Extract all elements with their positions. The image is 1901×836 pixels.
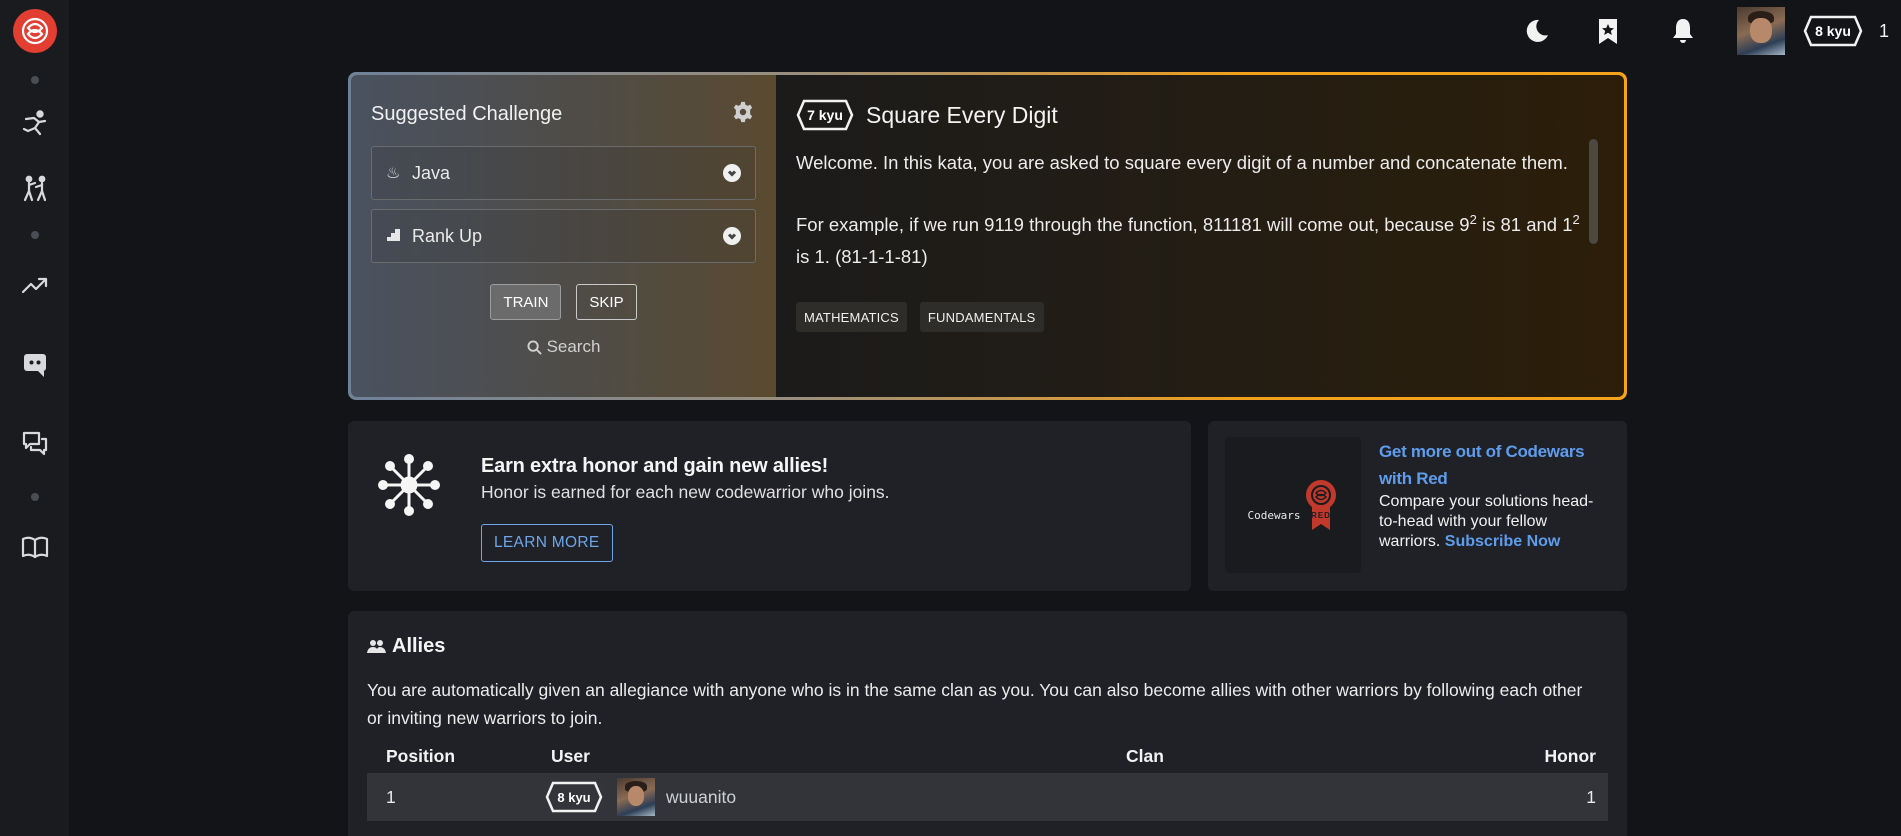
column-clan[interactable]: Clan <box>1124 746 1488 767</box>
strategy-select[interactable]: Rank Up <box>371 209 756 263</box>
sparring-icon <box>23 175 46 202</box>
allies-description: You are automatically given an allegianc… <box>367 680 1583 728</box>
java-icon: ♨ <box>386 165 401 182</box>
table-row[interactable]: 1 8 kyu wuuanito 1 <box>367 773 1608 821</box>
notifications-button[interactable] <box>1666 14 1700 48</box>
kata-preview: 7 kyu Square Every Digit Welcome. In thi… <box>776 75 1624 397</box>
search-icon <box>527 339 542 355</box>
row-honor: 1 <box>1586 786 1596 807</box>
allies-section: Allies You are automatically given an al… <box>348 611 1627 836</box>
user-honor: 1 <box>1878 20 1889 41</box>
challenge-title: Suggested Challenge <box>371 103 563 125</box>
kata-description-p1: Welcome. In this kata, you are asked to … <box>796 152 1568 173</box>
kata-description: Welcome. In this kata, you are asked to … <box>796 147 1596 273</box>
codewars-red-image[interactable]: Codewars RED <box>1225 437 1361 573</box>
table-header: Position User Clan Honor <box>367 739 1608 773</box>
challenge-settings-button[interactable] <box>732 101 754 123</box>
gear-icon <box>733 101 753 123</box>
top-bar: 8 kyu 1 <box>1520 0 1901 62</box>
user-rank-badge: 8 kyu <box>1803 15 1863 47</box>
ally-username-link[interactable]: wuuanito <box>666 787 736 808</box>
sidebar-item-leaderboard[interactable] <box>18 268 52 302</box>
codewars-logo-icon <box>21 17 48 45</box>
sidebar-item-discussions[interactable] <box>18 426 52 460</box>
kata-title-link[interactable]: Square Every Digit <box>866 102 1058 129</box>
allies-table: Position User Clan Honor 1 8 kyu wuuanit… <box>367 739 1608 821</box>
referral-card: Earn extra honor and gain new allies! Ho… <box>348 421 1191 591</box>
discord-icon <box>23 354 46 377</box>
codewars-logo[interactable] <box>12 9 57 53</box>
bell-icon <box>1672 19 1693 43</box>
sidebar-divider-dot <box>30 231 39 239</box>
sidebar-divider-dot <box>30 76 39 84</box>
sidebar-item-docs[interactable] <box>18 530 52 564</box>
red-title-link[interactable]: Get more out of Codewars with Red <box>1379 438 1604 492</box>
search-label: Search <box>546 337 601 356</box>
kata-rank-badge: 7 kyu <box>796 99 854 131</box>
referral-subtitle: Honor is earned for each new codewarrior… <box>481 482 890 502</box>
kata-practice-icon <box>22 110 46 136</box>
svg-text:RED: RED <box>1312 511 1332 520</box>
column-position[interactable]: Position <box>367 746 551 767</box>
sidebar <box>0 0 69 836</box>
bookmark-star-icon <box>1598 19 1617 44</box>
description-scrollbar[interactable] <box>1589 139 1598 244</box>
sidebar-divider-dot <box>30 493 39 501</box>
sidebar-item-discord[interactable] <box>18 347 52 381</box>
user-rank-text: 8 kyu <box>1815 23 1851 39</box>
strategy-value: Rank Up <box>412 225 483 246</box>
column-user[interactable]: User <box>551 746 1124 767</box>
kata-rank-text: 7 kyu <box>807 107 843 123</box>
skip-button[interactable]: SKIP <box>576 284 637 320</box>
language-value: Java <box>412 162 451 183</box>
bookmarks-button[interactable] <box>1591 14 1625 48</box>
kata-tag[interactable]: FUNDAMENTALS <box>919 302 1044 333</box>
allies-heading: Allies <box>367 635 1608 658</box>
ally-rank-text: 8 kyu <box>557 789 591 805</box>
theme-toggle-button[interactable] <box>1520 14 1554 48</box>
language-select[interactable]: ♨ Java <box>371 146 756 200</box>
leaderboard-icon <box>21 277 47 294</box>
ally-avatar[interactable] <box>617 778 655 816</box>
search-link[interactable]: Search <box>371 337 756 357</box>
column-honor[interactable]: Honor <box>1488 746 1608 767</box>
stairs-icon <box>386 226 406 247</box>
moon-icon <box>1526 19 1548 42</box>
train-button[interactable]: TRAIN <box>490 284 562 320</box>
docs-icon <box>21 536 48 559</box>
chevron-down-icon <box>723 227 741 245</box>
row-position: 1 <box>386 786 396 807</box>
kata-tags: MATHEMATICS FUNDAMENTALS <box>796 302 1602 333</box>
chevron-down-icon <box>723 164 741 182</box>
sidebar-item-sparring[interactable] <box>18 172 52 206</box>
ally-rank-badge: 8 kyu <box>545 781 603 813</box>
users-icon <box>367 640 386 653</box>
kata-description-p2: For example, if we run 9119 through the … <box>796 212 1580 268</box>
discussion-icon <box>22 431 47 456</box>
red-brand-text: Codewars <box>1247 508 1301 522</box>
codewars-red-card: Codewars RED Get more out of Codewars wi… <box>1208 421 1627 591</box>
learn-more-button[interactable]: LEARN MORE <box>481 524 613 562</box>
allies-title: Allies <box>392 635 446 657</box>
referral-title: Earn extra honor and gain new allies! <box>481 455 829 477</box>
suggested-challenge-card: Suggested Challenge ♨ Java Rank Up TRAIN… <box>348 72 1627 400</box>
challenge-controls: Suggested Challenge ♨ Java Rank Up TRAIN… <box>351 75 776 397</box>
subscribe-now-link[interactable]: Subscribe Now <box>1445 533 1561 550</box>
red-description: Compare your solutions head-to-head with… <box>1379 493 1594 550</box>
sidebar-item-practice[interactable] <box>18 107 52 141</box>
kata-tag[interactable]: MATHEMATICS <box>796 302 907 333</box>
row-user: 8 kyu wuuanito <box>545 778 1124 816</box>
red-ribbon-icon: RED <box>1306 480 1337 530</box>
user-avatar[interactable] <box>1736 7 1785 55</box>
network-star-icon <box>378 454 440 516</box>
